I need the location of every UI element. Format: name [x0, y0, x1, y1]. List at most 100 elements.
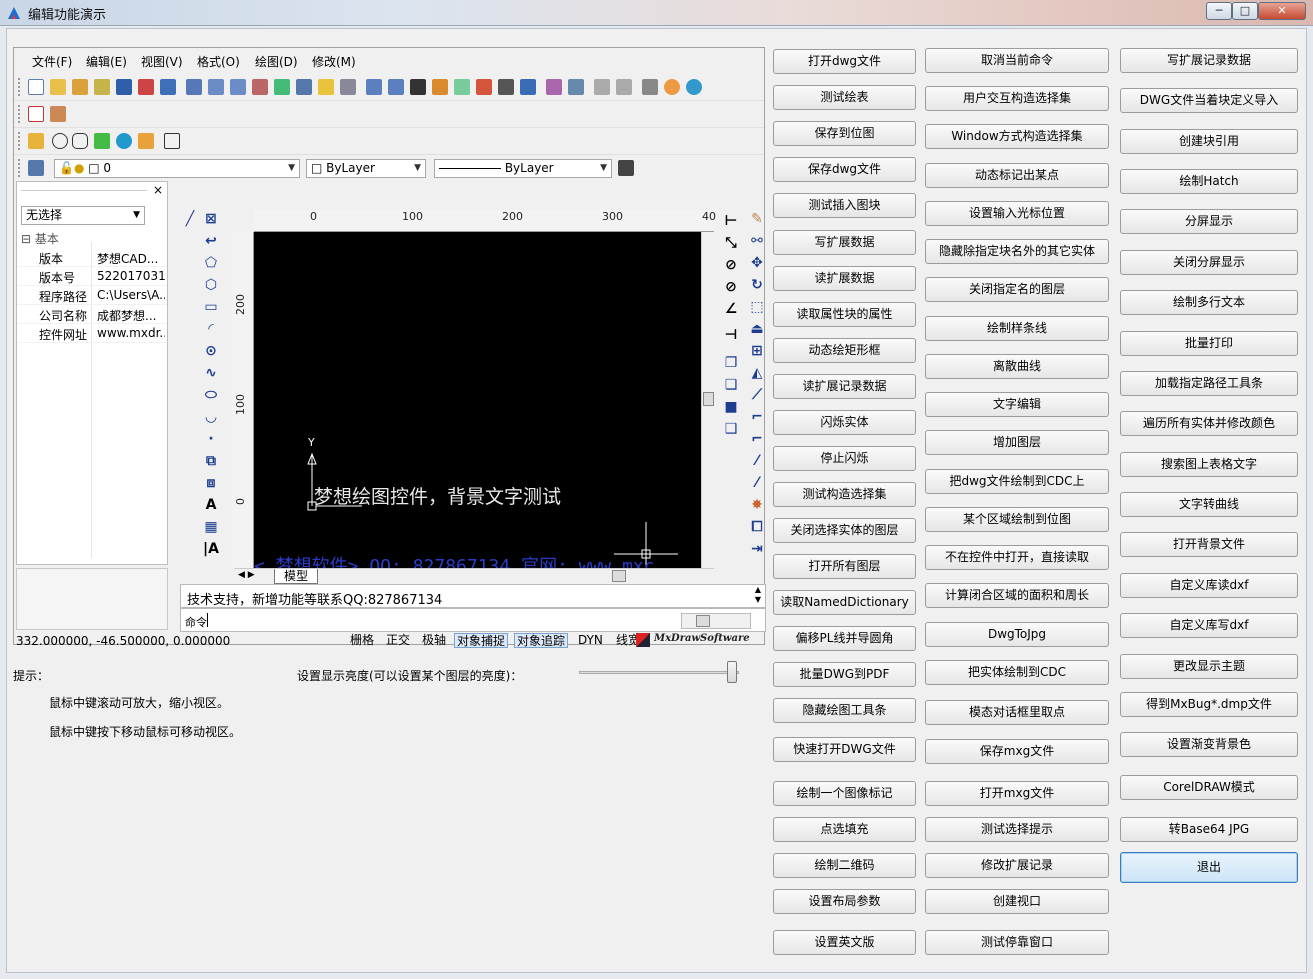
btn-qrcode[interactable]: 绘制二维码	[773, 853, 916, 878]
vertical-scrollbar[interactable]	[701, 232, 715, 568]
menu-modify[interactable]: 修改(M)	[312, 53, 356, 70]
circle-icon[interactable]: ⊙	[203, 343, 219, 359]
btn-write-dxf[interactable]: 自定义库写dxf	[1120, 613, 1298, 638]
btn-base64-jpg[interactable]: 转Base64 JPG	[1120, 817, 1298, 842]
line-icon[interactable]: ╱	[182, 211, 198, 227]
grid-icon[interactable]: ⊞	[749, 343, 765, 359]
make-block-icon[interactable]: ⧈	[203, 475, 219, 491]
stretch-icon[interactable]: ⏏	[749, 321, 765, 337]
btn-interactive-selection[interactable]: 用户交互构造选择集	[925, 86, 1109, 111]
prop-row[interactable]: 版本号 5220170311	[17, 267, 167, 286]
brush-icon[interactable]	[432, 79, 448, 95]
btn-modify-xrecord[interactable]: 修改扩展记录	[925, 853, 1109, 878]
zoom-prev-icon[interactable]	[366, 79, 382, 95]
toolbar-grip[interactable]	[18, 78, 21, 96]
aligned-dim-icon[interactable]: ⤡	[723, 235, 739, 251]
btn-save-dwg[interactable]: 保存dwg文件	[773, 157, 916, 182]
btn-change-theme[interactable]: 更改显示主题	[1120, 654, 1298, 679]
redo-icon[interactable]	[616, 79, 632, 95]
brightness-slider[interactable]	[579, 671, 739, 674]
prop-row[interactable]: 程序路径 C:\Users\A...	[17, 286, 167, 305]
btn-read-nameddict[interactable]: 读取NamedDictionary	[773, 590, 916, 615]
btn-read-dxf[interactable]: 自定义库读dxf	[1120, 573, 1298, 598]
chamfer-icon[interactable]: ⧠	[749, 519, 765, 535]
save-as-icon[interactable]	[160, 79, 176, 95]
btn-flash-entity[interactable]: 闪烁实体	[773, 410, 916, 435]
menu-view[interactable]: 视图(V)	[141, 53, 183, 70]
diameter-dim-icon[interactable]: ⊘	[723, 279, 739, 295]
drawing-canvas[interactable]: Y 梦想绘图控件，背景文字测试 < 梦想软件> QQ: 827867134 官网…	[254, 232, 701, 568]
zoom-out-icon[interactable]	[208, 79, 224, 95]
print-preview-icon[interactable]	[642, 79, 658, 95]
btn-cursor-position[interactable]: 设置输入光标位置	[925, 201, 1109, 226]
hatch-icon[interactable]: ▦	[203, 519, 219, 535]
command-scrollbar[interactable]	[681, 613, 751, 629]
btn-offset-pl[interactable]: 偏移PL线并导圆角	[773, 626, 916, 651]
btn-discrete-curve[interactable]: 离散曲线	[925, 354, 1109, 379]
scroll-thumb[interactable]	[696, 615, 710, 627]
btn-test-selection[interactable]: 测试构造选择集	[773, 482, 916, 507]
btn-pick-fill[interactable]: 点选填充	[773, 817, 916, 842]
prop-row[interactable]: 控件网址 www.mxdr...	[17, 324, 167, 343]
btn-block-ref[interactable]: 创建块引用	[1120, 129, 1298, 154]
maximize-button[interactable]: □	[1232, 2, 1258, 20]
btn-load-toolbar[interactable]: 加载指定路径工具条	[1120, 371, 1298, 396]
btn-draw-hatch[interactable]: 绘制Hatch	[1120, 169, 1298, 194]
insert-block-icon[interactable]: ⧉	[203, 453, 219, 469]
status-dyn[interactable]: DYN	[576, 633, 605, 648]
arc-icon[interactable]: ◜	[203, 321, 219, 337]
crosshair-icon[interactable]	[410, 79, 426, 95]
stack-icon[interactable]: ❑	[723, 421, 739, 437]
menu-file[interactable]: 文件(F)	[32, 53, 72, 70]
spline-icon[interactable]: ∿	[203, 365, 219, 381]
save-icon[interactable]	[116, 79, 132, 95]
status-grid[interactable]: 栅格	[348, 633, 376, 648]
close-icon[interactable]: ×	[153, 183, 163, 197]
menu-format[interactable]: 格式(O)	[197, 53, 240, 70]
search-icon[interactable]	[164, 133, 180, 149]
polygon-icon[interactable]: ⬠	[203, 255, 219, 271]
btn-mtext[interactable]: 绘制多行文本	[1120, 290, 1298, 315]
btn-gradient-bg[interactable]: 设置渐变背景色	[1120, 732, 1298, 757]
rectangle-icon[interactable]: ▭	[203, 299, 219, 315]
status-osnap[interactable]: 对象捕捉	[454, 633, 509, 648]
status-otrack[interactable]: 对象追踪	[514, 633, 569, 648]
btn-test-table[interactable]: 测试绘表	[773, 85, 916, 110]
btn-batch-pdf[interactable]: 批量DWG到PDF	[773, 662, 916, 687]
btn-text-to-curve[interactable]: 文字转曲线	[1120, 492, 1298, 517]
btn-batch-print[interactable]: 批量打印	[1120, 331, 1298, 356]
close-button[interactable]: ✕	[1258, 2, 1306, 20]
explode-icon[interactable]: ✸	[749, 497, 765, 513]
pencil-icon[interactable]	[138, 133, 154, 149]
btn-quick-open[interactable]: 快速打开DWG文件	[773, 737, 916, 762]
zoom-window-icon[interactable]	[186, 79, 202, 95]
toolbar-grip[interactable]	[18, 105, 21, 123]
property-group-header[interactable]: ⊟ 基本	[21, 230, 59, 247]
btn-insert-block[interactable]: 测试插入图块	[773, 193, 916, 218]
slider-thumb[interactable]	[727, 661, 737, 683]
toolbar-grip[interactable]	[18, 132, 21, 150]
print-icon[interactable]	[138, 79, 154, 95]
btn-english[interactable]: 设置英文版	[773, 930, 916, 955]
btn-layout-params[interactable]: 设置布局参数	[773, 889, 916, 914]
btn-window-selection[interactable]: Window方式构造选择集	[925, 124, 1109, 149]
btn-open-mxg[interactable]: 打开mxg文件	[925, 781, 1109, 806]
btn-close-entity-layer[interactable]: 关闭选择实体的图层	[773, 518, 916, 543]
rotate-icon[interactable]: ↻	[749, 277, 765, 293]
color-combo[interactable]: □ ByLayer ▼	[306, 159, 426, 178]
browse-icon[interactable]	[94, 79, 110, 95]
mtext-icon[interactable]: |A	[203, 541, 219, 557]
properties-icon[interactable]	[520, 79, 536, 95]
scroll-arrows-icon[interactable]: ▲ ▼	[755, 585, 761, 605]
zoom-all-icon[interactable]	[388, 79, 404, 95]
linear-dim-icon[interactable]: ⊢	[723, 213, 739, 229]
menu-draw[interactable]: 绘图(D)	[255, 53, 298, 70]
pan-icon[interactable]	[252, 79, 268, 95]
linetype-combo[interactable]: ByLayer ▼	[434, 159, 612, 178]
layer-manager-icon[interactable]	[454, 79, 470, 95]
pentagon-icon[interactable]: ⬡	[203, 277, 219, 293]
scroll-thumb[interactable]	[703, 392, 714, 406]
btn-stop-flash[interactable]: 停止闪烁	[773, 446, 916, 471]
angular-dim-icon[interactable]: ∠	[723, 301, 739, 317]
tab-nav-icon[interactable]: ◀ ▶	[238, 570, 255, 580]
